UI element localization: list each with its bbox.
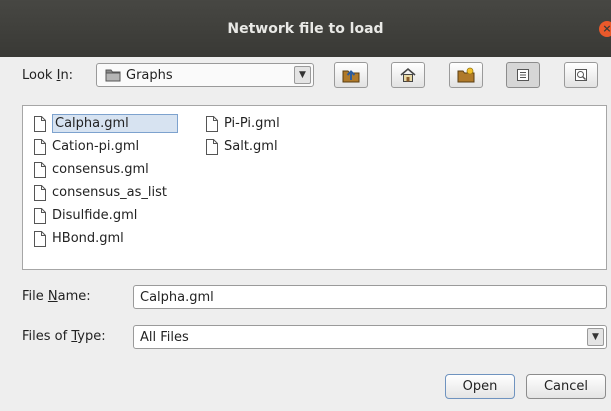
file-item[interactable]: HBond.gml (33, 229, 124, 248)
file-name-input[interactable] (133, 285, 607, 309)
file-item[interactable]: Salt.gml (205, 137, 278, 156)
file-item[interactable]: consensus.gml (33, 160, 149, 179)
close-icon[interactable]: × (599, 21, 611, 37)
file-icon (34, 161, 46, 178)
file-icon (206, 115, 218, 132)
new-folder-icon (457, 67, 475, 83)
list-view-button[interactable] (506, 62, 540, 88)
up-one-level-button[interactable] (334, 62, 368, 88)
file-name: Pi-Pi.gml (224, 116, 280, 131)
look-in-value: Graphs (126, 67, 173, 83)
file-item[interactable]: Cation-pi.gml (33, 137, 139, 156)
window-title: Network file to load (227, 20, 384, 37)
file-name: Salt.gml (224, 139, 278, 154)
open-button[interactable]: Open (445, 374, 515, 399)
chevron-down-icon[interactable]: ▼ (294, 66, 311, 84)
file-item[interactable]: Pi-Pi.gml (205, 114, 280, 133)
file-type-label: Files of Type: (22, 329, 106, 344)
look-in-label: Look In: (22, 68, 74, 83)
title-bar: Network file to load × (0, 0, 611, 57)
file-item[interactable]: Calpha.gml (33, 114, 178, 133)
file-item[interactable]: consensus_as_list (33, 183, 167, 202)
file-name: Cation-pi.gml (52, 139, 140, 154)
file-type-value: All Files (140, 329, 189, 345)
look-in-combo[interactable]: Graphs ▼ (96, 63, 314, 87)
file-name: HBond.gml (52, 231, 124, 246)
file-item[interactable]: Disulfide.gml (33, 206, 137, 225)
file-name: consensus.gml (52, 162, 149, 177)
file-icon (34, 184, 46, 201)
up-one-level-icon (342, 70, 360, 83)
file-name-label: File Name: (22, 289, 91, 304)
list-view-icon (517, 69, 529, 81)
file-name: Disulfide.gml (52, 208, 138, 223)
file-name: consensus_as_list (52, 185, 167, 200)
details-view-icon (575, 69, 587, 81)
chevron-down-icon[interactable]: ▼ (587, 328, 604, 346)
file-icon (34, 207, 46, 224)
file-icon (206, 138, 218, 155)
file-list[interactable]: Calpha.gml Cation-pi.gml consensus.gml c… (22, 105, 607, 270)
file-type-select[interactable]: All Files ▼ (133, 325, 607, 349)
file-icon (34, 115, 46, 132)
file-name: Calpha.gml (52, 114, 178, 133)
details-view-button[interactable] (564, 62, 598, 88)
file-icon (34, 230, 46, 247)
cancel-button[interactable]: Cancel (526, 374, 606, 399)
new-folder-button[interactable] (449, 62, 483, 88)
file-icon (34, 138, 46, 155)
folder-icon (105, 69, 121, 82)
home-icon (400, 67, 416, 82)
home-button[interactable] (391, 62, 425, 88)
